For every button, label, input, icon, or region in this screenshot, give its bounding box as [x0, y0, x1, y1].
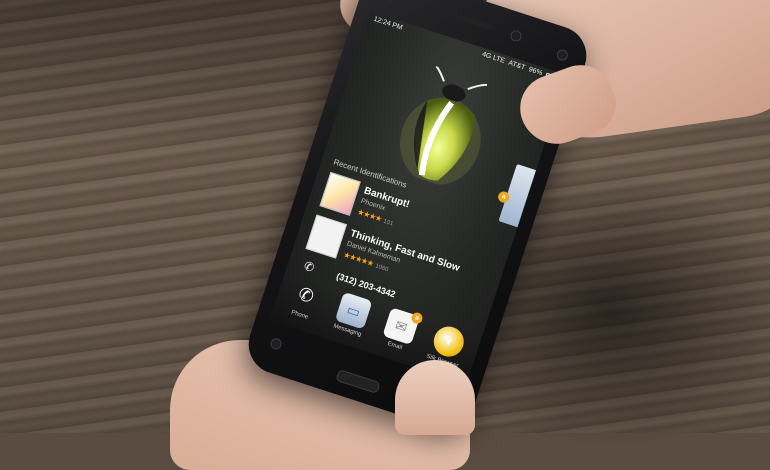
bottom-thumb [395, 360, 475, 435]
amazon-badge-icon: a [410, 311, 424, 326]
earpiece-speaker [452, 12, 493, 31]
book-cover-bankrupt [319, 171, 361, 216]
dock-item-messaging[interactable]: ▭ Messaging [324, 289, 380, 340]
status-network: 4G LTE [481, 51, 506, 65]
email-icon: ✉ a [382, 307, 424, 346]
book-cover-thinking-fast-and-slow [305, 214, 348, 259]
front-sensor-top-left [382, 0, 397, 2]
side-book-preview[interactable]: a [496, 163, 540, 229]
status-carrier: AT&T [507, 59, 527, 72]
firefly-icon[interactable] [385, 61, 505, 195]
review-count: 101 [382, 218, 394, 228]
silk-browser-icon: ◖ [429, 322, 468, 361]
status-time: 12:24 PM [372, 15, 404, 32]
amazon-badge-icon: a [496, 190, 511, 204]
front-sensor-bottom-left [269, 336, 284, 351]
front-sensor-top-right [555, 48, 570, 63]
phone-icon: ✆ [302, 258, 317, 275]
dock-item-phone[interactable]: ✆ Phone [277, 274, 333, 325]
messaging-icon: ▭ [334, 291, 373, 330]
review-count: 1060 [374, 263, 389, 274]
item-rating: ★★★★101 [356, 207, 395, 227]
home-button[interactable] [335, 368, 381, 395]
phone-icon: ✆ [296, 282, 317, 307]
front-camera [509, 28, 523, 43]
dock-item-email[interactable]: ✉ a Email [372, 305, 428, 356]
